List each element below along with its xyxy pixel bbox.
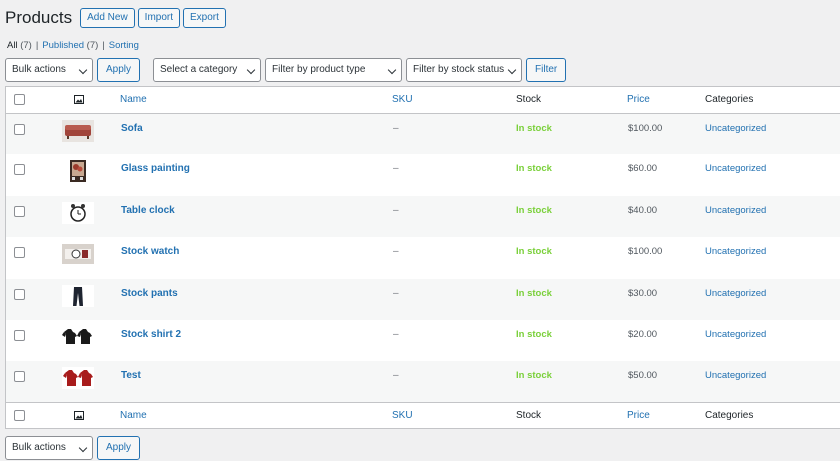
column-stock-footer: Stock [516,410,542,422]
view-published[interactable]: Published (7) [42,40,98,51]
stock-status: In stock [516,328,552,340]
product-sku: – [393,328,399,340]
product-price: $40.00 [628,204,658,216]
table-row: Glass painting – In stock $60.00 Uncategoriz… [6,154,840,196]
row-checkbox[interactable] [14,164,25,176]
filter-button[interactable]: Filter [526,58,567,82]
product-price: $60.00 [628,163,658,175]
product-category-link[interactable]: Uncategorized [705,205,766,216]
product-sku: – [393,370,399,382]
column-price-sort-footer[interactable]: Price [627,410,650,421]
view-sorting[interactable]: Sorting [109,40,139,51]
product-thumbnail[interactable] [62,367,94,390]
table-row: Test – In stock $50.00 Uncategorized [6,361,840,403]
tablenav-top: Bulk actions Apply Select a category Fil… [5,58,576,82]
select-all-checkbox[interactable] [14,94,25,106]
column-categories: Categories [705,94,754,106]
product-thumbnail[interactable] [62,119,94,142]
product-price: $20.00 [628,328,658,340]
stock-status: In stock [516,246,552,258]
chevron-down-icon [507,65,517,75]
product-name-link[interactable]: Table clock [121,205,175,216]
product-name-link[interactable]: Stock watch [121,246,179,257]
column-sku-sort[interactable]: SKU [392,94,413,105]
product-name-link[interactable]: Test [121,370,141,381]
tablenav-bottom: Bulk actions Apply [5,436,150,460]
apply-button-bottom[interactable]: Apply [97,436,141,460]
row-checkbox[interactable] [14,123,25,135]
status-views: All (7) | Published (7) | Sorting [7,40,139,51]
select-all-checkbox-footer[interactable] [14,410,25,422]
page-header: Products Add New Import Export [5,7,229,29]
table-row: Stock pants – In stock $30.00 Uncategorized [6,278,840,320]
products-table: Name SKU Stock Price Categories Sofa – In … [5,86,840,429]
column-stock: Stock [516,94,542,106]
stock-status: In stock [516,122,552,134]
table-row: Stock watch – In stock $100.00 Uncategorized [6,237,840,279]
product-price: $30.00 [628,287,658,299]
stock-status: In stock [516,287,552,299]
row-checkbox[interactable] [14,247,25,259]
product-category-link[interactable]: Uncategorized [705,163,766,174]
view-all[interactable]: All (7) [7,40,32,51]
product-category-link[interactable]: Uncategorized [705,370,766,381]
product-sku: – [393,163,399,175]
product-price: $100.00 [628,122,663,134]
product-price: $50.00 [628,370,658,382]
product-thumbnail[interactable] [62,201,94,224]
product-sku: – [393,122,399,134]
table-header-row: Name SKU Stock Price Categories [6,87,840,113]
image-icon [74,411,84,421]
product-sku: – [393,246,399,258]
add-new-button[interactable]: Add New [80,8,135,28]
product-name-link[interactable]: Stock shirt 2 [121,329,181,340]
column-name-sort[interactable]: Name [120,94,147,105]
product-thumbnail[interactable] [62,243,94,265]
product-type-select[interactable]: Filter by product type [265,58,403,82]
apply-button[interactable]: Apply [97,58,141,82]
table-footer-row: Name SKU Stock Price Categories [6,402,840,429]
page-title: Products [5,8,73,27]
export-button[interactable]: Export [183,8,226,28]
column-categories-footer: Categories [705,410,754,422]
product-category-link[interactable]: Uncategorized [705,288,766,299]
product-name-link[interactable]: Stock pants [121,288,178,299]
table-row: Stock shirt 2 – In stock $20.00 Uncategorize… [6,319,840,362]
product-sku: – [393,204,399,216]
product-category-link[interactable]: Uncategorized [705,123,766,134]
product-thumbnail[interactable] [62,325,94,348]
chevron-down-icon [387,65,397,75]
stock-status: In stock [516,204,552,216]
stock-status: In stock [516,370,552,382]
bulk-actions-select-bottom[interactable]: Bulk actions [5,436,93,460]
product-name-link[interactable]: Glass painting [121,163,190,174]
product-name-link[interactable]: Sofa [121,123,143,134]
row-checkbox[interactable] [14,329,25,341]
image-icon [74,95,84,105]
stock-status: In stock [516,163,552,175]
column-price-sort[interactable]: Price [627,94,650,105]
row-checkbox[interactable] [14,371,25,383]
table-row: Sofa – In stock $100.00 Uncategorized [6,113,840,155]
category-select[interactable]: Select a category [153,58,262,82]
chevron-down-icon [78,443,88,453]
column-name-sort-footer[interactable]: Name [120,410,147,421]
chevron-down-icon [78,65,88,75]
chevron-down-icon [246,65,256,75]
row-checkbox[interactable] [14,288,25,300]
product-category-link[interactable]: Uncategorized [705,246,766,257]
product-sku: – [393,287,399,299]
product-thumbnail[interactable] [62,160,94,183]
table-row: Table clock – In stock $40.00 Uncategorized [6,195,840,238]
row-checkbox[interactable] [14,205,25,217]
product-category-link[interactable]: Uncategorized [705,329,766,340]
product-thumbnail[interactable] [62,284,94,307]
bulk-actions-select[interactable]: Bulk actions [5,58,93,82]
product-price: $100.00 [628,246,663,258]
import-button[interactable]: Import [137,8,181,28]
column-sku-sort-footer[interactable]: SKU [392,410,413,421]
stock-status-select[interactable]: Filter by stock status [406,58,523,82]
